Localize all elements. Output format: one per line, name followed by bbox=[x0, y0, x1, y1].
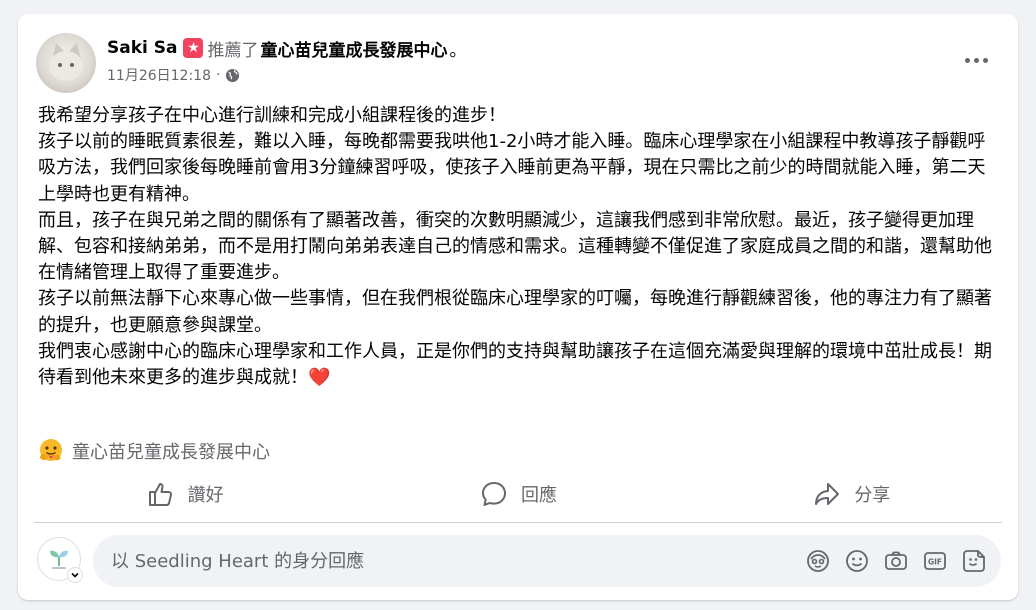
red-heart-icon: ❤️ bbox=[308, 367, 331, 389]
gif-icon[interactable]: GIF bbox=[922, 548, 948, 574]
sticker-icon[interactable] bbox=[961, 548, 987, 574]
care-hug-emoji-icon bbox=[40, 439, 62, 461]
post-actions: 讚好 回應 分享 bbox=[18, 474, 1018, 514]
globe-icon[interactable] bbox=[225, 68, 240, 83]
dot bbox=[982, 57, 988, 63]
comment-composer: GIF bbox=[93, 534, 1001, 588]
share-label: 分享 bbox=[854, 485, 891, 506]
chevron-down-icon bbox=[71, 572, 79, 578]
thumbs-up-icon bbox=[148, 483, 172, 506]
emoji-icon[interactable] bbox=[844, 548, 870, 574]
comment-button[interactable]: 回應 bbox=[351, 474, 684, 514]
post-paragraph: 孩子以前無法靜下心來專心做一些事情，但在我們根從臨床心理學家的叮囑，每晚進行靜觀… bbox=[38, 288, 992, 336]
cat-face bbox=[49, 51, 83, 81]
author-avatar[interactable] bbox=[36, 33, 96, 93]
comment-divider bbox=[34, 522, 1002, 523]
comment-input[interactable] bbox=[93, 534, 805, 588]
tagged-page[interactable]: 童心苗兒童成長發展中心 bbox=[38, 438, 270, 464]
share-arrow-icon bbox=[815, 483, 840, 505]
post-timestamp[interactable]: 11月26日12:18 bbox=[107, 65, 211, 85]
cat-eye bbox=[70, 63, 74, 67]
comment-label: 回應 bbox=[520, 485, 557, 506]
meta-separator: · bbox=[215, 67, 221, 83]
avatar-sticker-icon[interactable] bbox=[805, 548, 831, 574]
post-body: 我希望分享孩子在中心進行訓練和完成小組課程後的進步！ 孩子以前的睡眠質素很差，難… bbox=[38, 103, 998, 391]
post-card: Saki Sa ★ 推薦了 童心苗兒童成長發展中心 。 11月26日12:18 … bbox=[18, 14, 1018, 600]
comment-bubble-icon bbox=[481, 482, 506, 506]
post-paragraph: 孩子以前的睡眠質素很差，難以入睡，每晚都需要我哄他1-2小時才能入睡。臨床心理學… bbox=[38, 131, 986, 205]
share-button[interactable]: 分享 bbox=[685, 474, 1018, 514]
camera-icon[interactable] bbox=[883, 548, 909, 574]
post-header: Saki Sa ★ 推薦了 童心苗兒童成長發展中心 。 bbox=[107, 36, 467, 61]
header-period: 。 bbox=[449, 40, 467, 61]
dot bbox=[973, 57, 979, 63]
like-label: 讚好 bbox=[187, 485, 224, 506]
dot bbox=[964, 57, 970, 63]
cat-eye bbox=[58, 63, 62, 67]
more-options-button[interactable] bbox=[958, 52, 994, 68]
svg-text:GIF: GIF bbox=[928, 558, 942, 567]
author-name[interactable]: Saki Sa bbox=[107, 38, 177, 58]
post-paragraph: 我希望分享孩子在中心進行訓練和完成小組課程後的進步！ bbox=[38, 105, 506, 126]
like-button[interactable]: 讚好 bbox=[18, 474, 351, 514]
tagged-page-name: 童心苗兒童成長發展中心 bbox=[72, 442, 270, 463]
switch-profile-chevron[interactable] bbox=[67, 567, 83, 583]
post-paragraph-text: 我們衷心感謝中心的臨床心理學家和工作人員，正是你們的支持與幫助讓孩子在這個充滿愛… bbox=[38, 340, 992, 389]
post-meta: 11月26日12:18 · bbox=[107, 65, 240, 85]
page-name-link[interactable]: 童心苗兒童成長發展中心 bbox=[260, 36, 447, 61]
comment-tools: GIF bbox=[805, 548, 1001, 574]
recommend-star-icon: ★ bbox=[183, 38, 204, 58]
post-paragraph-last: 我們衷心感謝中心的臨床心理學家和工作人員，正是你們的支持與幫助讓孩子在這個充滿愛… bbox=[38, 339, 998, 391]
post-paragraph: 而且，孩子在與兄弟之間的關係有了顯著改善，衝突的次數明顯減少，這讓我們感到非常欣… bbox=[38, 209, 992, 284]
recommend-text: 推薦了 bbox=[207, 40, 259, 61]
